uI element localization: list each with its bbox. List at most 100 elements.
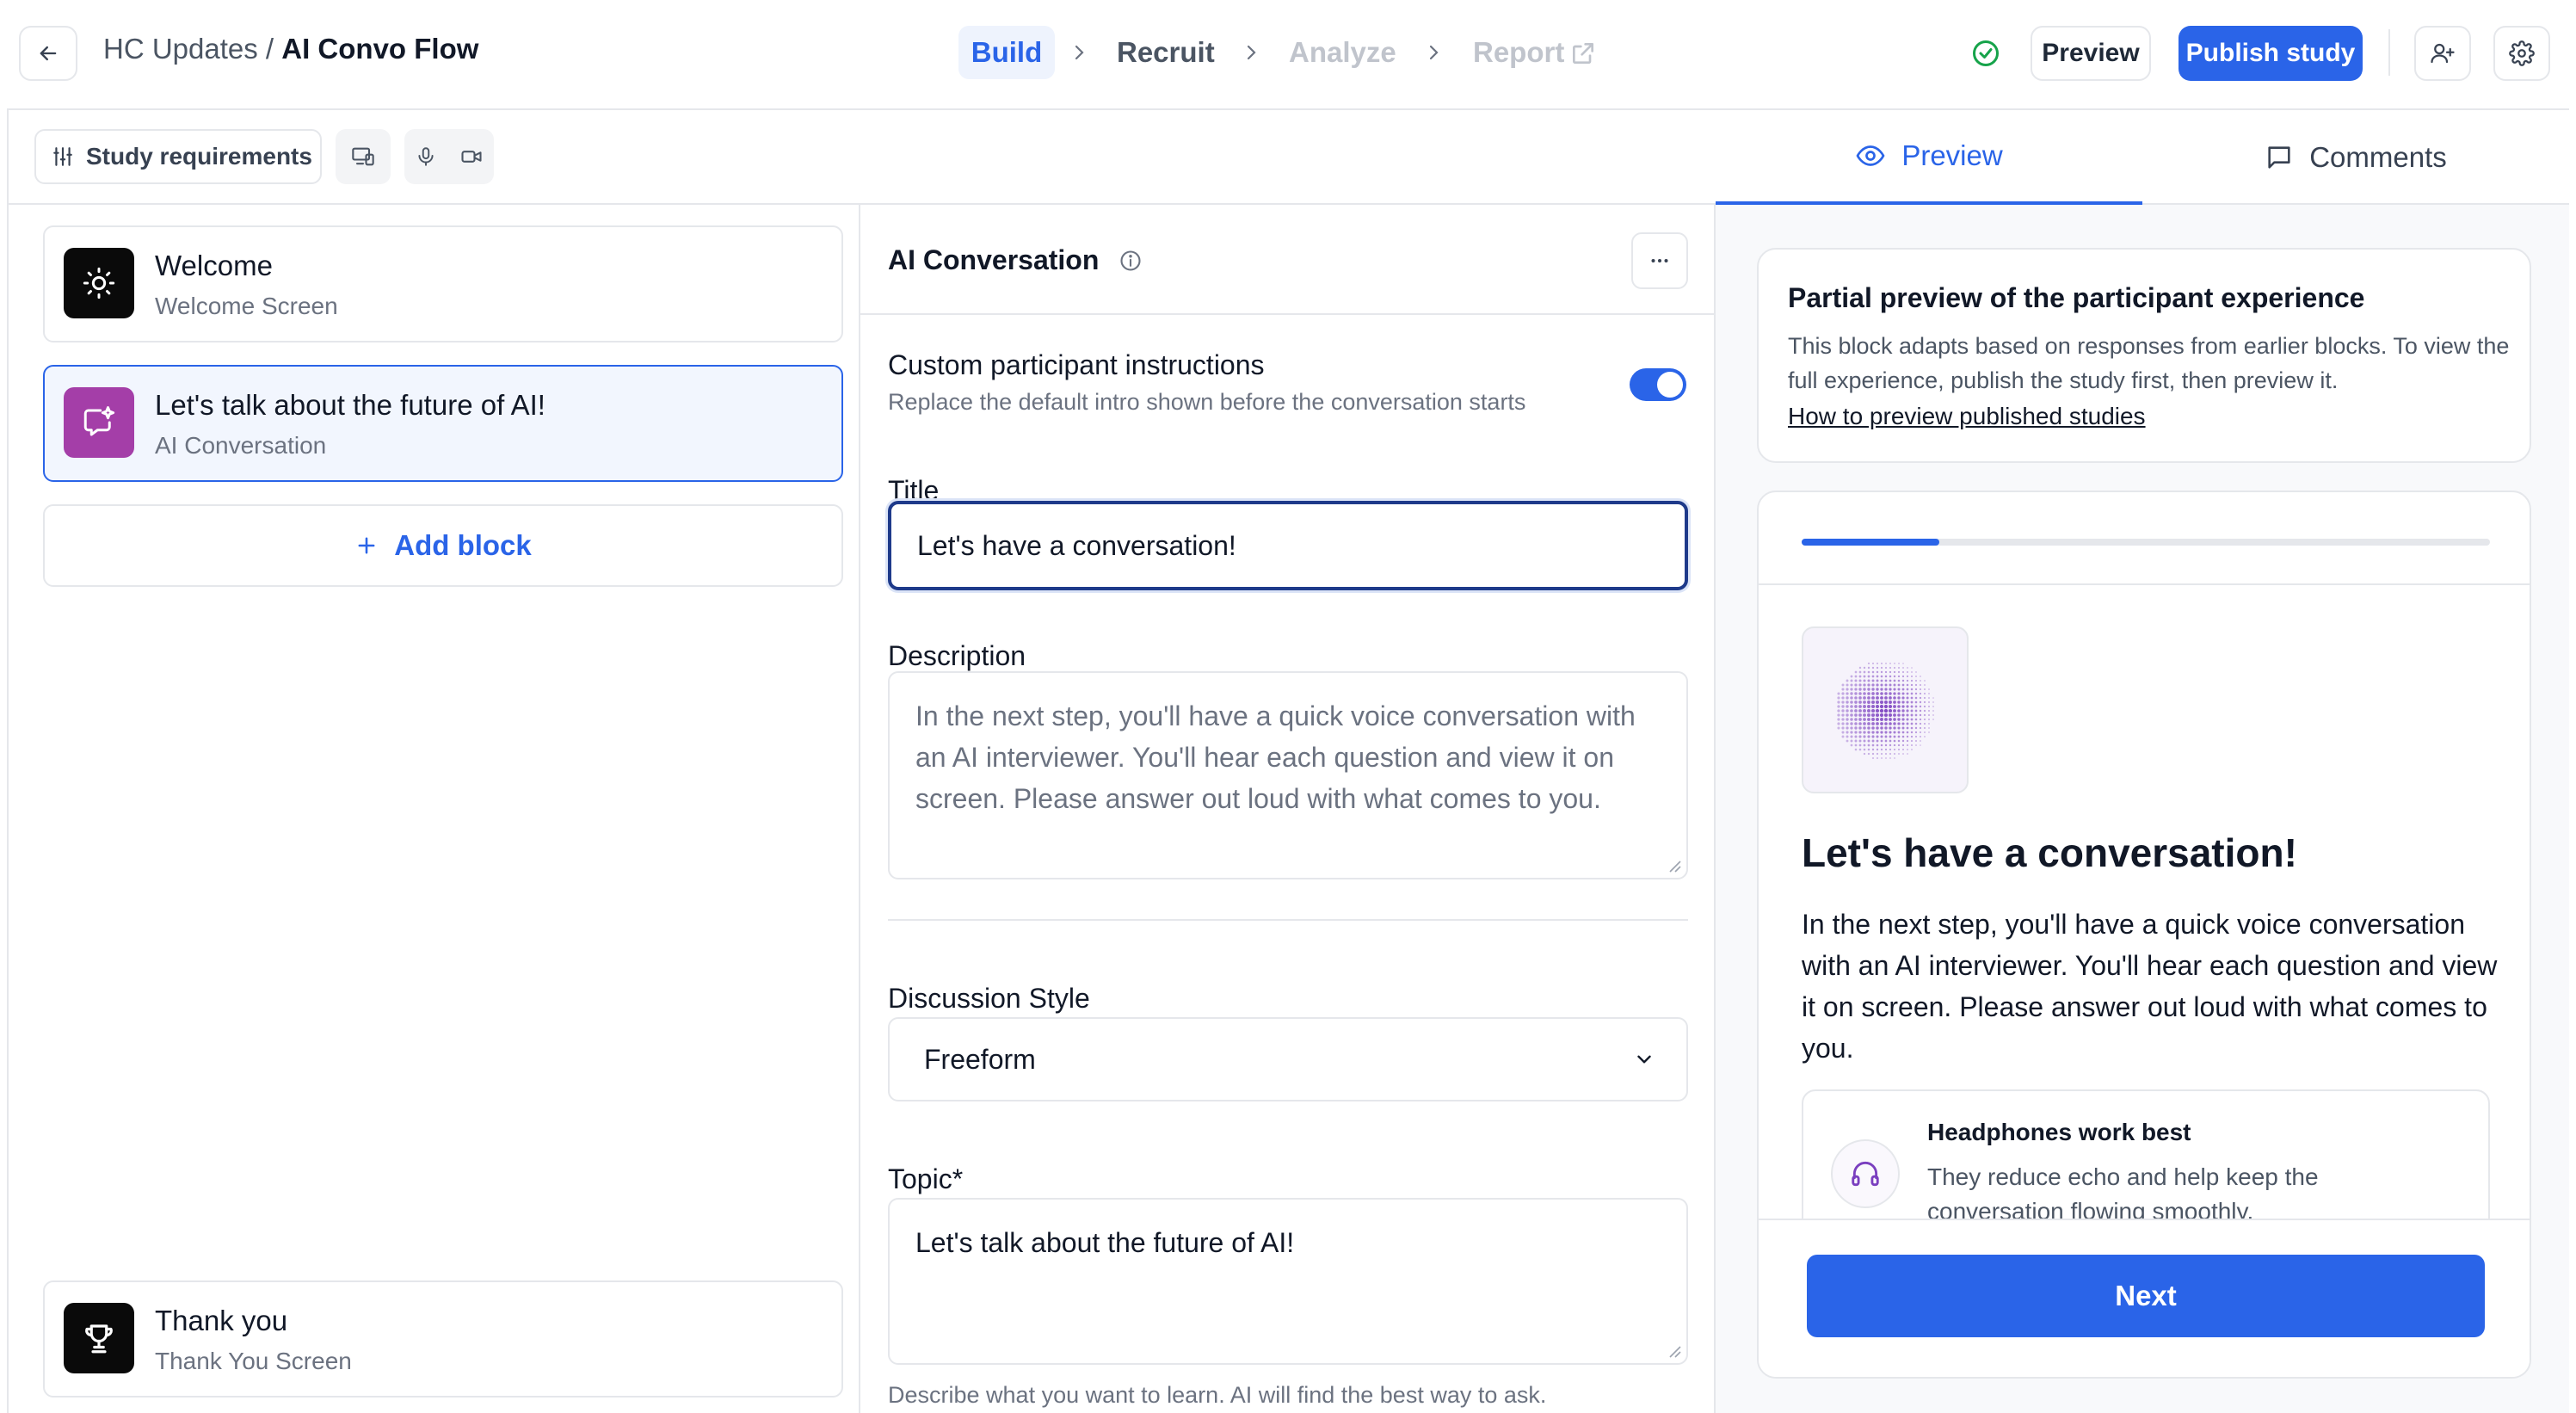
external-link-icon [1573,43,1593,64]
add-block-button[interactable]: Add block [43,504,843,587]
notice-text: This block adapts based on responses fro… [1788,333,2510,393]
top-bar: HC Updates / AI Convo Flow Build Recruit… [0,0,2576,107]
chevron-right-icon [1075,45,1084,60]
preview-help-link[interactable]: How to preview published studies [1788,403,2146,430]
step-report: Report [1473,36,1565,68]
ai-orb-icon [1837,662,1934,759]
tab-preview[interactable]: Preview [1716,110,2142,205]
description-field-label: Description [888,640,1026,671]
ai-orb-image [1802,626,1969,793]
block-icon [64,387,134,458]
block-icon [64,1303,134,1373]
custom-instructions-label: Custom participant instructions [888,349,1265,380]
editor-header: AI Conversation [860,205,1714,315]
discussion-style-value: Freeform [924,1043,1036,1075]
preview-tabs: Preview Comments [1716,110,2569,205]
tip-title: Headphones work best [1927,1119,2191,1145]
invite-collaborator-button[interactable] [2414,26,2471,81]
topic-hint: Describe what you want to learn. AI will… [888,1382,1547,1408]
section-divider [888,919,1688,921]
user-plus-icon [2431,43,2455,64]
block-title: Thank you [155,1305,288,1336]
next-button[interactable]: Next [1807,1255,2485,1337]
preview-divider [1759,583,2530,585]
custom-instructions-toggle[interactable] [1630,368,1686,401]
block-title: Welcome [155,250,273,281]
resize-handle-icon[interactable] [1666,857,1681,873]
breadcrumb-separator: / [257,33,282,65]
chevron-down-icon [1637,1055,1651,1064]
sliders-icon [53,147,72,166]
block-title: Let's talk about the future of AI! [155,389,545,421]
title-input[interactable]: Let's have a conversation! [888,501,1688,590]
title-input-value: Let's have a conversation! [917,529,1236,561]
block-subtitle: Welcome Screen [155,293,338,319]
topic-value: Let's talk about the future of AI! [915,1227,1295,1258]
step-build-label: Build [971,36,1043,68]
editor-title-text: AI Conversation [888,244,1100,275]
step-build[interactable]: Build [958,26,1055,79]
participant-title: Let's have a conversation! [1802,830,2297,875]
custom-instructions-hint: Replace the default intro shown before t… [888,389,1526,415]
block-subtitle: AI Conversation [155,432,327,459]
microphone-icon [418,147,434,166]
block-subtitle: Thank You Screen [155,1348,352,1374]
description-textarea[interactable]: In the next step, you'll have a quick vo… [888,671,1688,879]
block-icon [64,248,134,318]
breadcrumb-project[interactable]: HC Updates [103,33,258,65]
progress-bar [1802,539,2490,546]
editor-title: AI Conversation [888,244,1143,276]
arrow-left-icon [40,46,57,61]
tab-comments[interactable]: Comments [2142,110,2569,205]
notice-title: Partial preview of the participant exper… [1788,282,2365,313]
block-list: Welcome Welcome Screen Let's talk about … [9,205,860,1413]
device-requirement-chip[interactable] [336,129,391,184]
preview-button[interactable]: Preview [2031,26,2151,81]
description-placeholder: In the next step, you'll have a quick vo… [915,700,1636,814]
info-icon[interactable] [1119,249,1143,273]
block-editor: AI Conversation Custom participant instr… [860,205,1716,1413]
participant-description: In the next step, you'll have a quick vo… [1802,909,2498,1064]
topic-field-label: Topic* [888,1163,964,1194]
eye-icon [1856,145,1885,166]
progress-fill [1802,539,1939,546]
sun-icon [83,267,115,299]
devices-icon [352,147,374,166]
breadcrumb-study: AI Convo Flow [281,33,479,65]
back-button[interactable] [19,26,77,81]
headphones-icon [1852,1161,1879,1187]
preview-panel: Preview Comments Partial preview of the … [1716,110,2569,1413]
chevron-right-icon [1247,45,1256,60]
study-requirements-button[interactable]: Study requirements [34,129,322,184]
block-thank-you[interactable]: Thank you Thank You Screen [43,1280,843,1398]
comment-icon [2268,146,2290,169]
gear-icon [2509,40,2535,66]
headphones-icon-wrap [1831,1139,1900,1208]
participant-preview: Let's have a conversation! In the next s… [1757,491,2531,1379]
resize-handle-icon[interactable] [1666,1342,1681,1358]
study-requirements-label: Study requirements [86,143,312,170]
step-recruit[interactable]: Recruit [1117,36,1215,69]
more-horizontal-icon [1651,259,1668,262]
check-circle-icon [1973,40,1999,66]
header-divider [2388,29,2390,76]
sparkle-chat-icon [83,406,115,436]
partial-preview-notice: Partial preview of the participant exper… [1757,248,2531,463]
block-welcome[interactable]: Welcome Welcome Screen [43,225,843,342]
topic-textarea[interactable]: Let's talk about the future of AI! [888,1198,1688,1365]
discussion-style-select[interactable]: Freeform [888,1017,1688,1101]
camera-icon [461,151,482,163]
chevron-right-icon [1429,45,1439,60]
trophy-icon [85,1324,113,1354]
breadcrumb: HC Updates / AI Convo Flow [103,33,478,65]
block-more-options-button[interactable] [1631,232,1688,289]
settings-button[interactable] [2493,26,2550,81]
plus-icon [358,537,375,554]
publish-study-button[interactable]: Publish study [2179,26,2363,81]
preview-footer: Next [1759,1219,2530,1377]
discussion-style-label: Discussion Style [888,983,1090,1014]
tab-comments-label: Comments [2309,141,2447,173]
media-requirement-chip[interactable] [404,129,494,184]
block-ai-conversation[interactable]: Let's talk about the future of AI! AI Co… [43,365,843,482]
tab-preview-label: Preview [1901,139,2003,171]
